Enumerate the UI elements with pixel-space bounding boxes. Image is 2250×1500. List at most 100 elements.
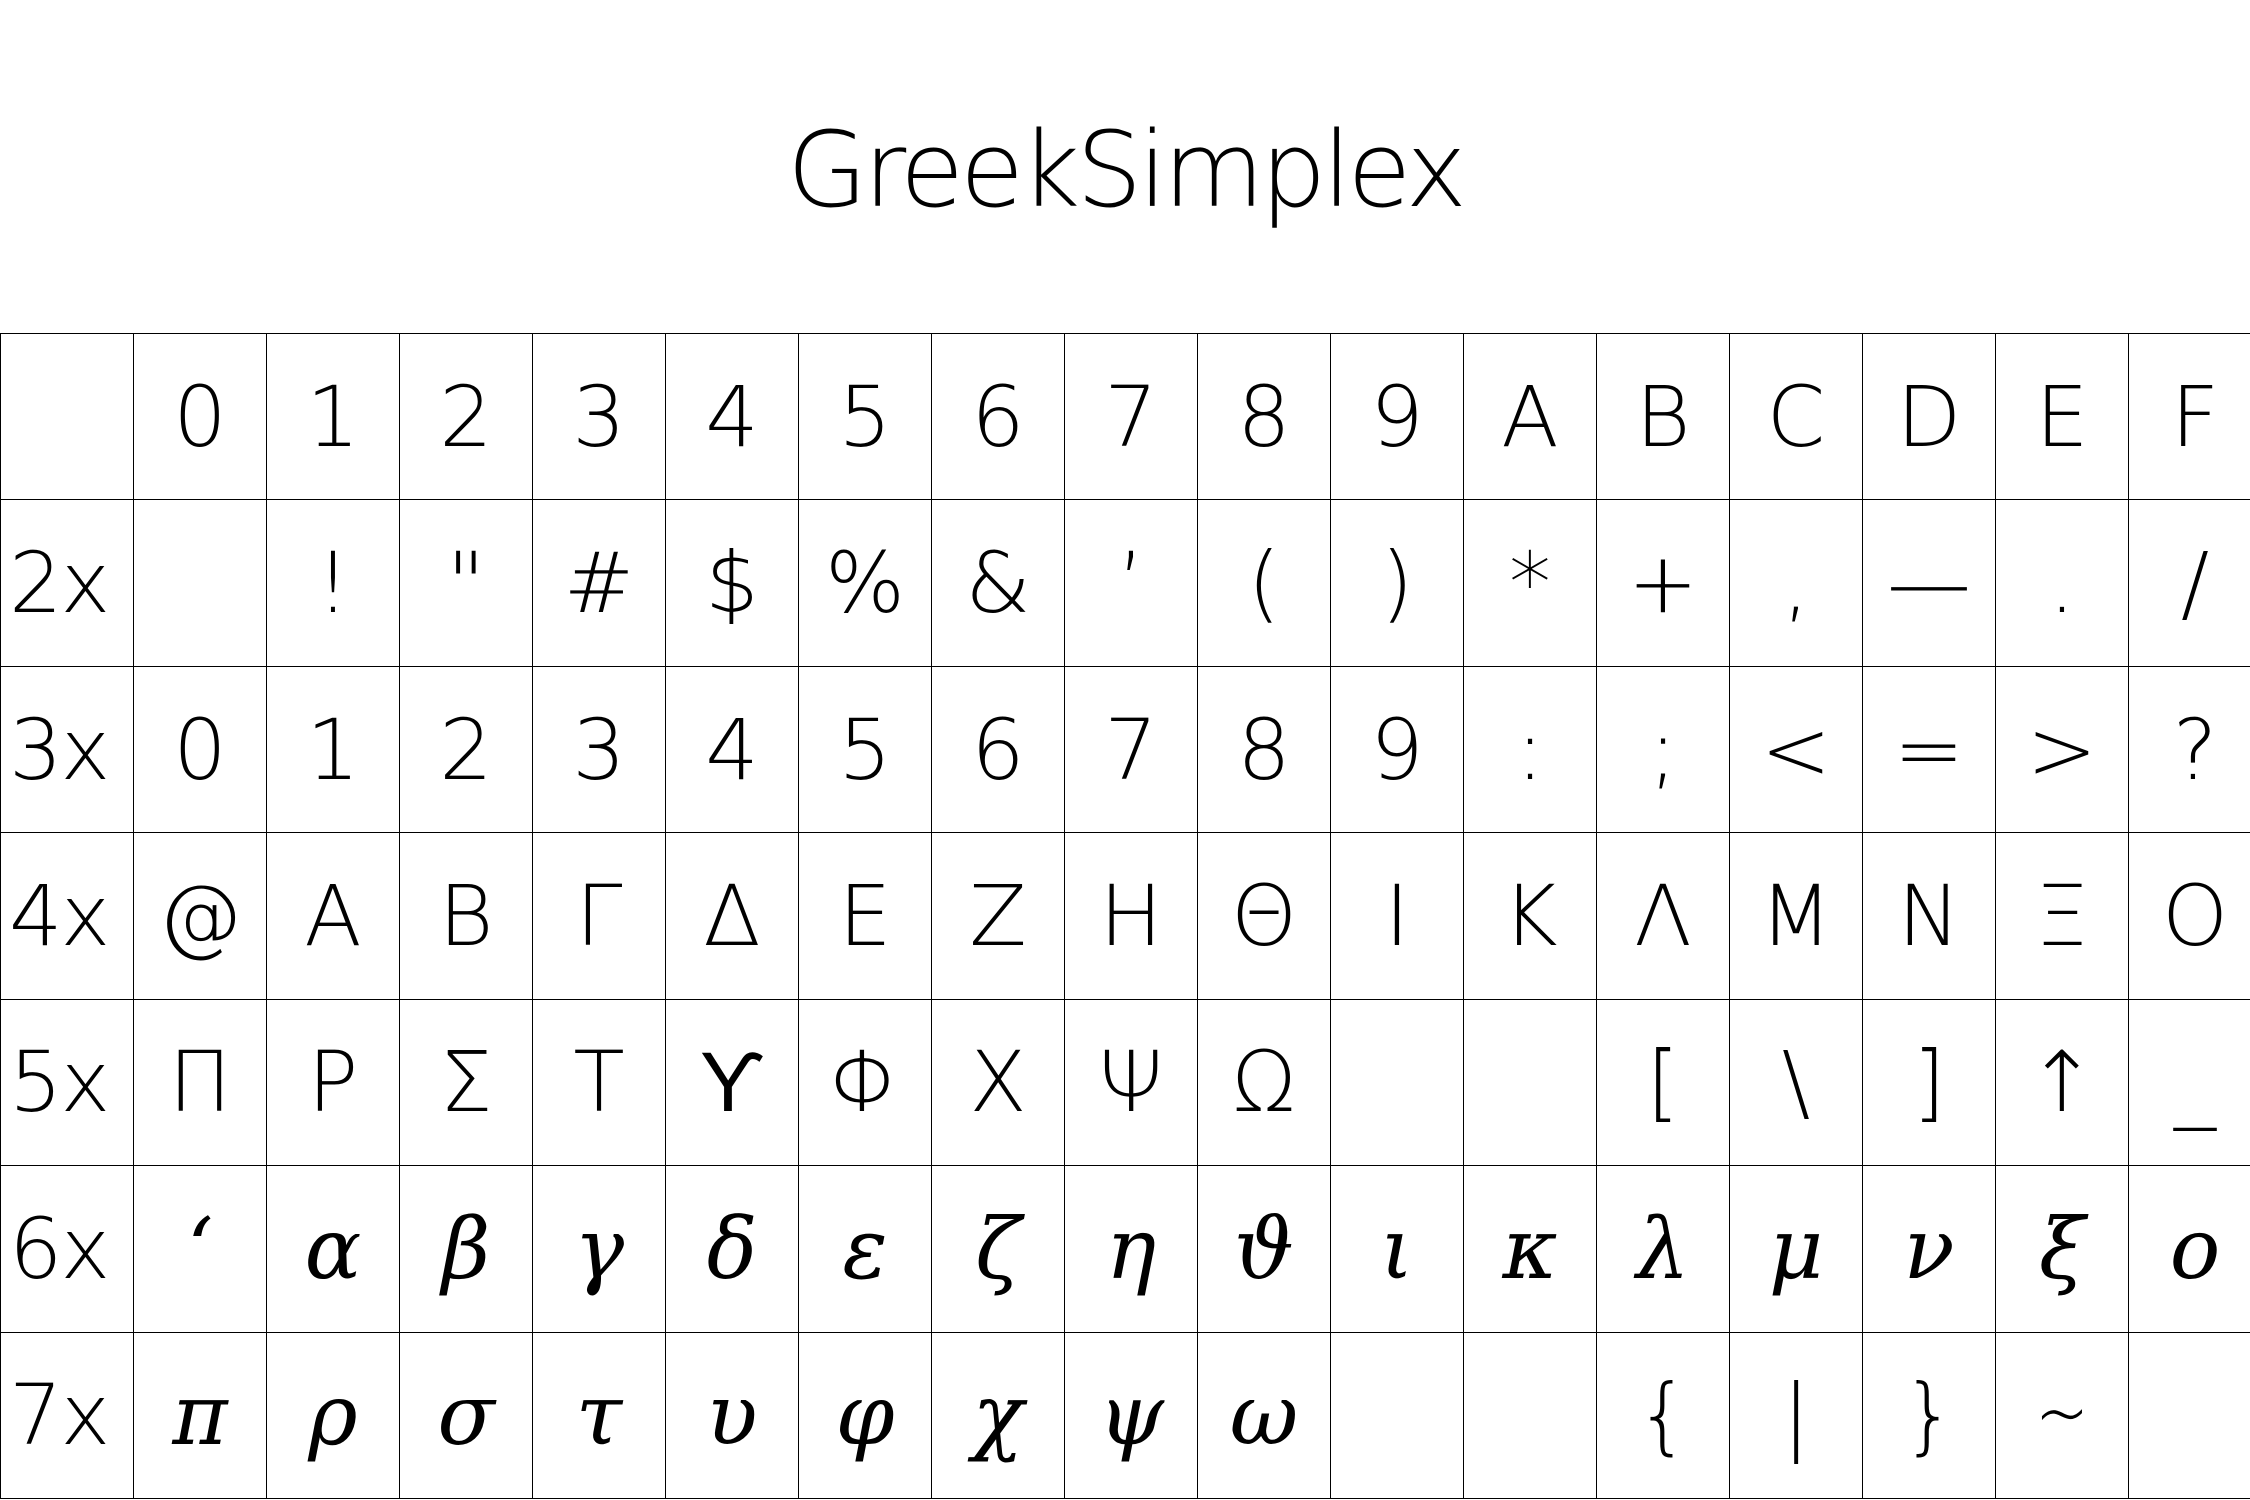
column-header: 5	[798, 332, 932, 501]
table-row: 7x π ρ σ τ υ φ χ ψ ω { | } ∼	[0, 1331, 2250, 1500]
row-header: 3x	[0, 665, 134, 834]
glyph-cell: .	[1995, 499, 2129, 667]
glyph-cell: *	[1463, 499, 1597, 667]
glyph-cell: Π	[133, 998, 267, 1167]
glyph-table: 0 1 2 3 4 5 6 7 8 9 A B C D E F 2x ! " #…	[0, 332, 2250, 1500]
glyph-cell: ϒ	[665, 998, 799, 1167]
glyph-cell: σ	[399, 1331, 533, 1500]
page-title: GreekSimplex	[786, 109, 1467, 231]
glyph-cell: ξ	[1995, 1165, 2129, 1333]
column-header: B	[1596, 332, 1730, 501]
row-header: 6x	[0, 1165, 134, 1333]
glyph-cell: O	[2128, 832, 2250, 1000]
glyph-cell: Ω	[1197, 998, 1331, 1167]
glyph-cell: Φ	[798, 998, 932, 1167]
corner-cell	[0, 332, 134, 501]
glyph-cell: ο	[2128, 1165, 2250, 1333]
glyph-cell: δ	[665, 1165, 799, 1333]
glyph-cell: B	[399, 832, 533, 1000]
row-header: 2x	[0, 499, 134, 667]
glyph-cell	[2128, 1331, 2250, 1500]
header-row: 0 1 2 3 4 5 6 7 8 9 A B C D E F	[0, 332, 2250, 501]
glyph-cell: ψ	[1064, 1331, 1198, 1500]
glyph-cell: >	[1995, 665, 2129, 834]
glyph-cell: E	[798, 832, 932, 1000]
glyph-cell: 1	[266, 665, 400, 834]
glyph-cell: :	[1463, 665, 1597, 834]
glyph-cell: 7	[1064, 665, 1198, 834]
glyph-cell: τ	[532, 1331, 666, 1500]
glyph-cell: Θ	[1197, 832, 1331, 1000]
glyph-cell: ρ	[266, 1331, 400, 1500]
column-header: C	[1729, 332, 1863, 501]
row-header: 7x	[0, 1331, 134, 1500]
glyph-cell: %	[798, 499, 932, 667]
glyph-cell: K	[1463, 832, 1597, 1000]
table-row: 5x Π P Σ T ϒ Φ X Ψ Ω [ \ ] ↑ _	[0, 998, 2250, 1167]
glyph-cell: M	[1729, 832, 1863, 1000]
glyph-cell: Ψ	[1064, 998, 1198, 1167]
glyph-cell: 8	[1197, 665, 1331, 834]
glyph-cell: 9	[1330, 665, 1464, 834]
glyph-cell: _	[2128, 998, 2250, 1167]
glyph-cell: ϑ	[1197, 1165, 1331, 1333]
glyph-cell: ;	[1596, 665, 1730, 834]
column-header: A	[1463, 332, 1597, 501]
glyph-cell: η	[1064, 1165, 1198, 1333]
column-header: 0	[133, 332, 267, 501]
glyph-cell: |	[1729, 1331, 1863, 1500]
column-header: 6	[931, 332, 1065, 501]
glyph-cell: Δ	[665, 832, 799, 1000]
table-row: 3x 0 1 2 3 4 5 6 7 8 9 : ; < = > ?	[0, 665, 2250, 834]
glyph-cell: Z	[931, 832, 1065, 1000]
glyph-cell: ∼	[1995, 1331, 2129, 1500]
column-header: 3	[532, 332, 666, 501]
column-header: F	[2128, 332, 2250, 501]
glyph-cell: N	[1862, 832, 1996, 1000]
column-header: E	[1995, 332, 2129, 501]
glyph-cell: #	[532, 499, 666, 667]
glyph-cell: κ	[1463, 1165, 1597, 1333]
glyph-cell: {	[1596, 1331, 1730, 1500]
glyph-cell: φ	[798, 1331, 932, 1500]
column-header: 4	[665, 332, 799, 501]
glyph-cell: 2	[399, 665, 533, 834]
glyph-cell: —	[1862, 499, 1996, 667]
glyph-cell: <	[1729, 665, 1863, 834]
glyph-cell: λ	[1596, 1165, 1730, 1333]
glyph-cell: /	[2128, 499, 2250, 667]
glyph-cell	[1463, 998, 1597, 1167]
glyph-cell: β	[399, 1165, 533, 1333]
column-header: 2	[399, 332, 533, 501]
glyph-cell: ‘	[133, 1165, 267, 1333]
glyph-cell	[1330, 1331, 1464, 1500]
glyph-cell: }	[1862, 1331, 1996, 1500]
glyph-cell: ν	[1862, 1165, 1996, 1333]
glyph-cell: =	[1862, 665, 1996, 834]
glyph-cell: I	[1330, 832, 1464, 1000]
glyph-cell: (	[1197, 499, 1331, 667]
glyph-cell: ]	[1862, 998, 1996, 1167]
glyph-cell: μ	[1729, 1165, 1863, 1333]
glyph-cell: \	[1729, 998, 1863, 1167]
row-header: 4x	[0, 832, 134, 1000]
glyph-cell: H	[1064, 832, 1198, 1000]
glyph-cell: Λ	[1596, 832, 1730, 1000]
glyph-cell: Σ	[399, 998, 533, 1167]
glyph-cell: T	[532, 998, 666, 1167]
glyph-cell: A	[266, 832, 400, 1000]
glyph-cell: ζ	[931, 1165, 1065, 1333]
glyph-cell: χ	[931, 1331, 1065, 1500]
glyph-cell: "	[399, 499, 533, 667]
column-header: D	[1862, 332, 1996, 501]
glyph-cell: ’	[1064, 499, 1198, 667]
glyph-cell: @	[133, 832, 267, 1000]
glyph-cell: ,	[1729, 499, 1863, 667]
table-row: 4x @ A B Γ Δ E Z H Θ I K Λ M N Ξ O	[0, 832, 2250, 1000]
glyph-cell: 6	[931, 665, 1065, 834]
column-header: 7	[1064, 332, 1198, 501]
glyph-cell: +	[1596, 499, 1730, 667]
glyph-cell: !	[266, 499, 400, 667]
column-header: 9	[1330, 332, 1464, 501]
glyph-cell: )	[1330, 499, 1464, 667]
